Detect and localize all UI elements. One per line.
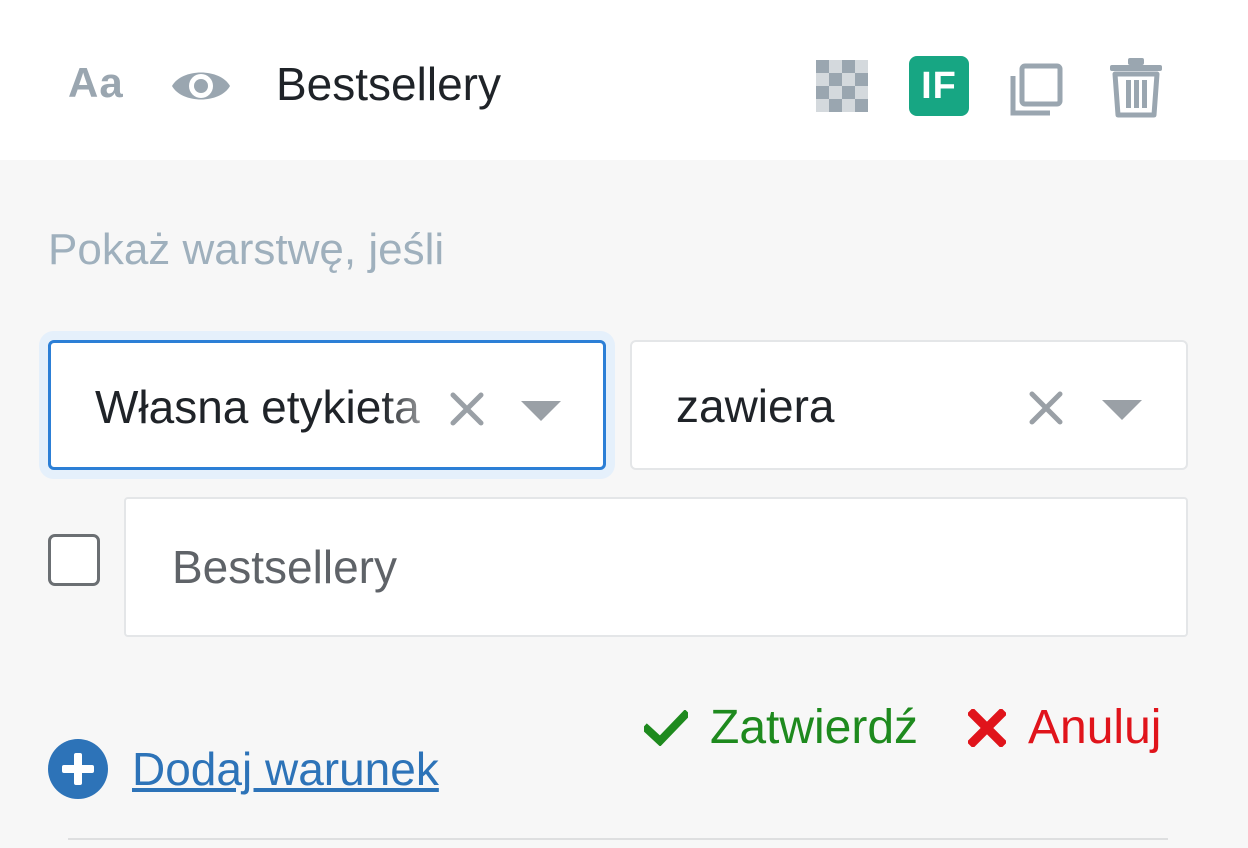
confirm-label: Zatwierdź <box>710 701 919 754</box>
chevron-down-icon[interactable] <box>1102 400 1142 420</box>
checkerboard-icon[interactable] <box>816 60 868 112</box>
confirm-button[interactable]: Zatwierdź <box>644 698 918 758</box>
condition-value-input[interactable] <box>124 497 1188 637</box>
eye-icon[interactable] <box>170 62 232 110</box>
trash-icon[interactable] <box>1108 56 1164 118</box>
condition-checkbox[interactable] <box>48 534 100 586</box>
chevron-down-icon[interactable] <box>521 401 561 421</box>
text-style-icon[interactable]: Aa <box>68 58 124 108</box>
checkmark-icon <box>644 710 688 746</box>
add-condition-label: Dodaj warunek <box>132 743 439 795</box>
field-select-value: Własna etykieta <box>95 381 420 433</box>
close-icon <box>968 709 1006 747</box>
clear-icon[interactable] <box>1026 388 1066 428</box>
add-condition-link[interactable]: Dodaj warunek <box>48 739 439 799</box>
field-select[interactable]: Własna etykieta <box>48 340 606 470</box>
divider <box>68 838 1168 840</box>
layer-name: Bestsellery <box>276 58 501 110</box>
plus-circle-icon <box>48 739 108 799</box>
cancel-label: Anuluj <box>1028 701 1162 754</box>
layer-header: Aa Bestsellery IF <box>0 0 1248 160</box>
operator-select[interactable]: zawiera <box>630 340 1188 470</box>
layer-condition-panel: Aa Bestsellery IF Pokaż warstwę, jeśli W… <box>0 0 1248 848</box>
cancel-button[interactable]: Anuluj <box>968 698 1161 758</box>
copy-icon[interactable] <box>1008 62 1064 118</box>
if-condition-button[interactable]: IF <box>909 56 969 116</box>
operator-select-value: zawiera <box>676 380 835 432</box>
clear-icon[interactable] <box>447 389 487 429</box>
condition-label: Pokaż warstwę, jeśli <box>48 225 445 274</box>
